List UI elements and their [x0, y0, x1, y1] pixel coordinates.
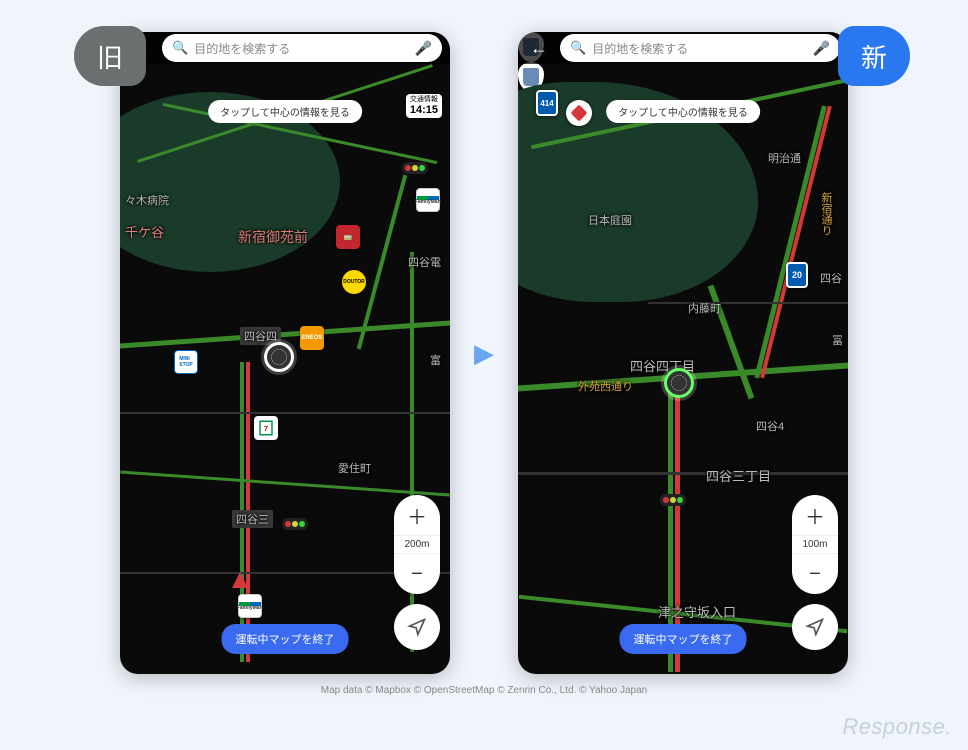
svg-text:7: 7 [264, 424, 268, 433]
zoom-control: ＋ 200m − [394, 495, 440, 594]
comparison-arrow-icon: ▶ [474, 338, 494, 369]
search-icon: 🔍 [570, 40, 586, 56]
doutor-icon[interactable]: DOUTOR [342, 270, 366, 294]
top-bar: ← 🔍 目的地を検索する 🎤 [518, 32, 848, 64]
back-button[interactable]: ← [526, 34, 552, 63]
label-gaien-nishi: 外苑西通り [578, 378, 633, 394]
label-yotsuya4: 四谷4 [756, 418, 784, 434]
badge-old: 旧 [74, 26, 146, 86]
familymart-icon[interactable]: FamilyMart [238, 594, 262, 618]
label-tomi: 富 [430, 352, 441, 368]
search-input[interactable]: 🔍 目的地を検索する 🎤 [162, 34, 442, 62]
route-shield-20-icon: 20 [786, 262, 808, 288]
phone-old: 々木病院 千ケ谷 新宿御苑前 四谷電 四谷四 富 愛住町 四谷三 🚃 Famil… [120, 32, 450, 674]
label-aizumi: 愛住町 [338, 460, 371, 476]
label-tsunokami: 津之守坂入口 [658, 602, 736, 621]
traffic-light-icon [660, 494, 686, 506]
current-location-icon [264, 342, 294, 372]
recenter-button[interactable] [394, 604, 440, 650]
poi-pin-icon[interactable] [566, 100, 592, 126]
label-yoyogi-hospital: 々木病院 [125, 192, 169, 208]
traffic-light-icon [402, 162, 428, 174]
zoom-scale-label: 200m [394, 535, 440, 554]
station-icon[interactable]: 🚃 [336, 225, 360, 249]
label-yotsu: 四谷 [820, 270, 842, 286]
traffic-info-label: 交通情報 [410, 96, 438, 104]
label-naito: 内藤町 [688, 300, 721, 316]
watermark: Response. [842, 714, 952, 740]
eneos-icon[interactable]: ENEOS [300, 326, 324, 350]
tap-center-chip[interactable]: タップして中心の情報を見る [606, 100, 760, 123]
ministop-icon[interactable]: MINISTOP [174, 350, 198, 374]
seveneleven-icon[interactable]: 7 [254, 416, 278, 440]
end-driving-button[interactable]: 運転中マップを終了 [620, 624, 747, 654]
recenter-button[interactable] [792, 604, 838, 650]
zoom-in-button[interactable]: ＋ [394, 495, 440, 535]
current-location-icon [664, 368, 694, 398]
label-meiji-dori: 明治通 [768, 150, 801, 166]
traffic-info-badge[interactable]: 交通情報 14:15 [406, 94, 442, 118]
label-shinjuku-gyoen: 新宿御苑前 [238, 227, 308, 247]
label-yotsuya-san: 四谷三 [232, 510, 273, 528]
traffic-light-icon [282, 518, 308, 530]
label-tomi: 冨 [832, 332, 843, 348]
tap-center-chip[interactable]: タップして中心の情報を見る [208, 100, 362, 123]
nav-direction-arrow-icon [232, 572, 248, 588]
label-yotsuya-den: 四谷電 [408, 254, 441, 270]
mic-icon[interactable]: 🎤 [415, 40, 432, 57]
label-nihon-teien: 日本庭園 [588, 212, 632, 228]
familymart-icon[interactable]: FamilyMart [416, 188, 440, 212]
search-placeholder: 目的地を検索する [592, 40, 806, 57]
zoom-scale-label: 100m [792, 535, 838, 554]
label-yotsuya-sanchome: 四谷三丁目 [706, 466, 771, 485]
mic-icon[interactable]: 🎤 [813, 40, 830, 57]
end-driving-button[interactable]: 運転中マップを終了 [222, 624, 349, 654]
search-input[interactable]: 🔍 目的地を検索する 🎤 [560, 34, 840, 62]
map-copyright: Map data © Mapbox © OpenStreetMap © Zenr… [0, 685, 968, 696]
traffic-info-time: 14:15 [410, 104, 438, 116]
phone-new: 明治通 日本庭園 新宿通り 四谷 内藤町 冨 四谷四丁目 外苑西通り 四谷4 四… [518, 32, 848, 674]
label-sendagaya: 千ケ谷 [125, 222, 164, 241]
zoom-in-button[interactable]: ＋ [792, 495, 838, 535]
badge-new: 新 [838, 26, 910, 86]
search-placeholder: 目的地を検索する [194, 40, 408, 57]
label-shinjuku-dori: 新宿通り [818, 192, 834, 236]
zoom-control: ＋ 100m − [792, 495, 838, 594]
route-shield-414-icon: 414 [536, 90, 558, 116]
search-icon: 🔍 [172, 40, 188, 56]
top-bar: ← 🔍 目的地を検索する 🎤 [120, 32, 450, 64]
